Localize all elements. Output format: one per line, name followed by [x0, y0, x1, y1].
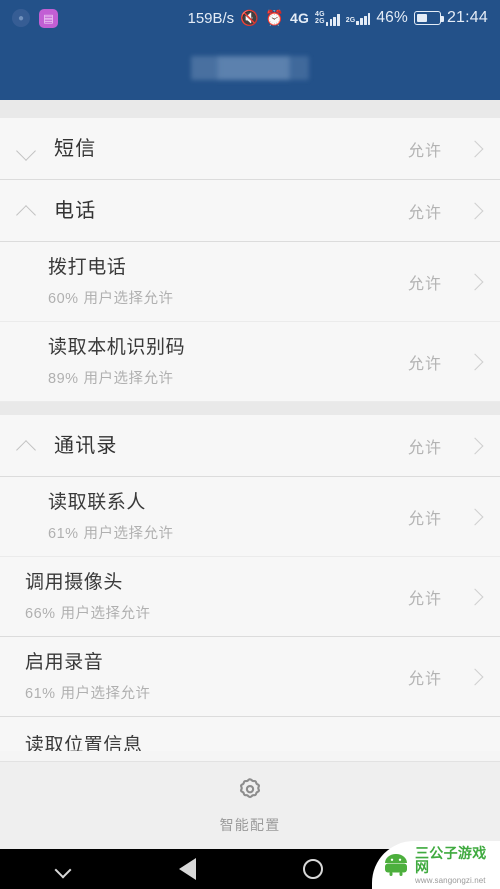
- watermark-site-url: www.sangongzi.net: [415, 875, 486, 885]
- toolbar-label: 智能配置: [219, 817, 281, 833]
- list-section-gap: [0, 402, 500, 415]
- row-state-label: 允许: [407, 205, 442, 222]
- row-labels: 读取位置信息: [25, 722, 482, 751]
- row-subtitle-text: 用户选择允许: [83, 525, 174, 542]
- row-percent: 61%: [25, 685, 56, 702]
- sim2-label-top: 2G: [345, 17, 356, 24]
- row-subtitle: 60% 用户选择允许: [48, 287, 408, 308]
- chevron-right-icon[interactable]: [468, 670, 482, 684]
- row-title: 读取联系人: [48, 492, 147, 514]
- status-notif-circle-icon: ●: [12, 9, 30, 27]
- chevron-right-icon[interactable]: [468, 275, 482, 289]
- permission-list[interactable]: 短信 允许 电话 允许 拨打电话 60% 用户选择允许 允许 读取本机识别码 89% 用户选择允许允…: [0, 100, 500, 761]
- row-title: 拨打电话: [48, 257, 127, 279]
- list-top-gap: [0, 100, 500, 118]
- row-title: 短信: [54, 137, 97, 160]
- permission-row-sms[interactable]: 短信 允许: [0, 118, 500, 180]
- row-subtitle-text: 用户选择允许: [83, 290, 174, 307]
- row-state-label: 允许: [407, 591, 442, 608]
- row-state-label: 允许: [407, 511, 442, 528]
- row-state-label: 允许: [407, 671, 442, 688]
- watermark: 三公子游戏网 www.sangongzi.net: [372, 841, 500, 889]
- chevron-right-icon[interactable]: [468, 510, 482, 524]
- row-state-label: 允许: [407, 143, 442, 160]
- row-subtitle: 61% 用户选择允许: [25, 682, 408, 703]
- watermark-site-name: 三公子游戏网: [415, 844, 487, 875]
- row-state-label: 允许: [407, 440, 442, 457]
- alarm-icon: ⏰: [265, 9, 284, 27]
- status-notifications: ● ▤: [12, 8, 58, 28]
- back-icon: [179, 858, 196, 880]
- row-percent: 89%: [48, 370, 79, 387]
- row-percent: 60%: [48, 290, 79, 307]
- hide-navbar-button[interactable]: [0, 849, 125, 889]
- row-labels: 调用摄像头 66% 用户选择允许: [25, 571, 408, 623]
- back-button[interactable]: [125, 849, 250, 889]
- row-labels: 拨打电话 60% 用户选择允许: [48, 256, 408, 308]
- row-percent: 66%: [25, 605, 56, 622]
- row-separator: [0, 401, 500, 402]
- permission-row-read-location[interactable]: 读取位置信息: [0, 717, 500, 751]
- home-icon: [302, 859, 323, 879]
- permission-row-contacts[interactable]: 通讯录 允许: [0, 415, 500, 477]
- row-subtitle: 66% 用户选择允许: [25, 602, 408, 623]
- permission-row-use-camera[interactable]: 调用摄像头 66% 用户选择允许 允许: [0, 557, 500, 637]
- permission-row-make-call[interactable]: 拨打电话 60% 用户选择允许 允许: [0, 242, 500, 322]
- sim1-label-bottom: 2G: [315, 18, 325, 25]
- chevron-up-icon[interactable]: [14, 433, 40, 459]
- chevron-right-icon[interactable]: [468, 439, 482, 453]
- row-state-label: 允许: [407, 356, 442, 373]
- row-labels: 短信: [54, 137, 408, 162]
- battery-percent-label: 46%: [376, 9, 408, 26]
- row-labels: 电话: [54, 199, 408, 224]
- sim1-label-top: 4G: [315, 10, 325, 18]
- gear-icon: [235, 776, 265, 806]
- chevron-right-icon[interactable]: [468, 590, 482, 604]
- permission-row-read-contacts[interactable]: 读取联系人 61% 用户选择允许 允许: [0, 477, 500, 557]
- mute-icon: 🔇: [240, 9, 260, 27]
- status-indicators: 159B/s 🔇 ⏰ 4G 4G 2G 2G 46% 21:44: [187, 9, 488, 27]
- row-title: 调用摄像头: [25, 572, 124, 594]
- sim1-network-type-label: 4G: [289, 10, 310, 26]
- row-subtitle: 89% 用户选择允许: [48, 367, 408, 388]
- row-subtitle-text: 用户选择允许: [83, 370, 174, 387]
- status-notif-square-icon: ▤: [39, 8, 58, 28]
- status-bar: ● ▤ 159B/s 🔇 ⏰ 4G 4G 2G 2G 46% 21:44: [0, 0, 500, 36]
- row-percent: 61%: [48, 525, 79, 542]
- sim1-signal-icon: 4G 2G: [315, 11, 340, 26]
- row-labels: 启用录音 61% 用户选择允许: [25, 651, 408, 703]
- row-labels: 通讯录: [54, 434, 408, 459]
- chevron-right-icon[interactable]: [468, 204, 482, 218]
- chevron-right-icon[interactable]: [468, 142, 482, 156]
- hide-navbar-icon: [54, 860, 72, 878]
- app-bar: [0, 36, 500, 100]
- row-title: 读取位置信息: [25, 735, 143, 751]
- row-subtitle-text: 用户选择允许: [60, 605, 151, 622]
- permission-row-read-device-id[interactable]: 读取本机识别码 89% 用户选择允许 允许: [0, 322, 500, 402]
- row-title: 电话: [54, 199, 97, 222]
- row-subtitle: 61% 用户选择允许: [48, 522, 408, 543]
- clock-label: 21:44: [446, 9, 488, 26]
- permission-row-enable-recording[interactable]: 启用录音 61% 用户选择允许 允许: [0, 637, 500, 717]
- home-button[interactable]: [250, 849, 375, 889]
- permission-row-phone[interactable]: 电话 允许: [0, 180, 500, 242]
- android-robot-icon: [382, 853, 410, 877]
- row-labels: 读取本机识别码 89% 用户选择允许: [48, 336, 408, 388]
- row-state-label: 允许: [407, 276, 442, 293]
- row-subtitle-text: 用户选择允许: [60, 685, 151, 702]
- row-labels: 读取联系人 61% 用户选择允许: [48, 491, 408, 543]
- chevron-down-icon[interactable]: [14, 136, 40, 162]
- bottom-toolbar[interactable]: 智能配置: [0, 761, 500, 849]
- row-title: 启用录音: [25, 652, 104, 674]
- row-title: 通讯录: [54, 434, 118, 457]
- chevron-right-icon[interactable]: [468, 355, 482, 369]
- row-title: 读取本机识别码: [48, 337, 186, 359]
- chevron-up-icon[interactable]: [14, 198, 40, 224]
- page-title-redacted: [191, 56, 309, 80]
- phone-screen: ● ▤ 159B/s 🔇 ⏰ 4G 4G 2G 2G 46% 21:44 短信 …: [0, 0, 500, 889]
- battery-icon: [413, 11, 444, 25]
- sim2-signal-icon: 2G: [346, 12, 371, 25]
- network-speed-label: 159B/s: [187, 9, 235, 27]
